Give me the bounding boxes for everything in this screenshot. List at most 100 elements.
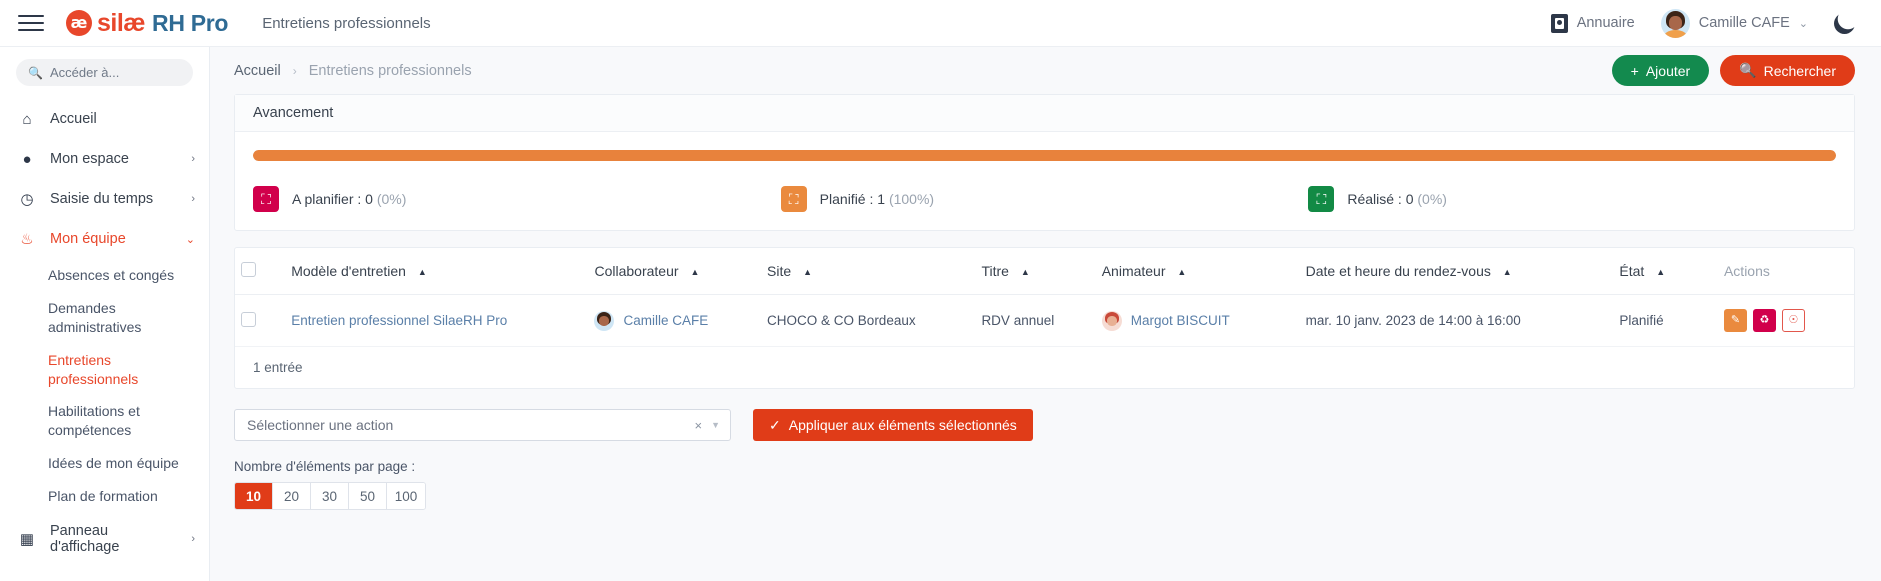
per-page-option-30[interactable]: 30 xyxy=(311,483,349,509)
col-label: Titre xyxy=(981,263,1009,279)
app-logo[interactable]: æ silæ RH Pro xyxy=(66,9,228,38)
breadcrumb-separator-icon: › xyxy=(292,63,297,78)
clear-icon[interactable]: × xyxy=(694,418,711,433)
edit-button[interactable]: ✎ xyxy=(1723,309,1747,332)
search-button[interactable]: 🔍 Rechercher xyxy=(1720,55,1855,86)
col-modele-entretien[interactable]: Modèle d'entretien ▲ xyxy=(285,248,589,295)
logo-mark-icon: æ xyxy=(66,10,92,36)
sidebar-item-accueil[interactable]: ⌂ Accueil xyxy=(0,99,209,139)
address-book-icon xyxy=(1550,13,1568,33)
action-select-value: Sélectionner une action xyxy=(247,417,394,433)
row-select-cell xyxy=(235,294,286,347)
sidebar-subitem-habilitations[interactable]: Habilitations et compétences xyxy=(0,395,200,447)
col-label: Site xyxy=(767,263,792,279)
col-collaborateur[interactable]: Collaborateur ▲ xyxy=(588,248,762,295)
avancement-stats: ⛶ A planifier : 0 (0%) ⛶ Planifié : 1 (1… xyxy=(235,177,1854,230)
stat-percent: (100%) xyxy=(888,191,935,207)
cell-date-rendez-vous: mar. 10 janv. 2023 de 14:00 à 16:00 xyxy=(1299,294,1614,347)
cell-etat: Planifié xyxy=(1613,294,1718,347)
sidebar-item-label: Mon équipe xyxy=(50,231,126,247)
sidebar-item-mon-equipe[interactable]: ♨ Mon équipe ⌄ xyxy=(0,219,209,259)
clock-icon: ◷ xyxy=(20,191,34,208)
chevron-right-icon: › xyxy=(191,533,195,546)
per-page-option-50[interactable]: 50 xyxy=(349,483,387,509)
cell-modele-entretien: Entretien professionnel SilaeRH Pro xyxy=(285,294,589,347)
sidebar-subitem-idees[interactable]: Idées de mon équipe xyxy=(0,447,200,480)
moon-icon[interactable] xyxy=(1834,12,1855,34)
col-etat[interactable]: État ▲ xyxy=(1613,248,1718,295)
stat-label: A planifier : 0 xyxy=(292,191,373,207)
col-label: État xyxy=(1619,263,1645,279)
sidebar-subitem-absences[interactable]: Absences et congés xyxy=(0,259,200,292)
stat-realise: ⛶ Réalisé : 0 (0%) xyxy=(1308,186,1836,212)
cell-animateur: Margot BISCUIT xyxy=(1095,294,1300,347)
calendar-plus-icon: ⛶ xyxy=(253,186,279,212)
per-page-option-20[interactable]: 20 xyxy=(273,483,311,509)
annuaire-link[interactable]: Annuaire xyxy=(1550,13,1635,33)
annuaire-label: Annuaire xyxy=(1576,15,1635,31)
add-button[interactable]: + Ajouter xyxy=(1611,55,1710,86)
page-title: Entretiens professionnels xyxy=(262,14,431,32)
sidebar-subitem-entretiens-professionnels[interactable]: Entretiens professionnels xyxy=(0,344,200,396)
col-date-rendez-vous[interactable]: Date et heure du rendez-vous ▲ xyxy=(1299,248,1614,295)
stat-label: Réalisé : 0 xyxy=(1347,191,1414,207)
plus-icon: + xyxy=(1630,62,1639,79)
hamburger-icon[interactable] xyxy=(18,12,44,34)
board-icon: ▦ xyxy=(19,531,35,549)
select-all-checkbox[interactable] xyxy=(241,262,256,277)
col-animateur[interactable]: Animateur ▲ xyxy=(1095,248,1300,295)
user-name: Camille CAFE xyxy=(1698,15,1790,31)
col-site[interactable]: Site ▲ xyxy=(761,248,976,295)
col-label: Animateur xyxy=(1101,263,1166,279)
per-page-option-100[interactable]: 100 xyxy=(387,483,425,509)
entretiens-table-card: Modèle d'entretien ▲ Collaborateur ▲ Sit… xyxy=(234,247,1855,389)
sidebar-item-saisie-du-temps[interactable]: ◷ Saisie du temps › xyxy=(0,179,209,219)
breadcrumb-current: Entretiens professionnels xyxy=(308,62,472,79)
collaborateur-name[interactable]: Camille CAFE xyxy=(623,313,708,328)
sidebar-subitem-demandes-administratives[interactable]: Demandes administratives xyxy=(0,292,200,344)
modele-link[interactable]: Entretien professionnel SilaeRH Pro xyxy=(291,313,507,328)
collaborateur-avatar xyxy=(594,310,615,331)
chevron-down-icon: ⌄ xyxy=(1798,17,1808,30)
breadcrumb-bar: Accueil › Entretiens professionnels + Aj… xyxy=(210,47,1881,94)
main-content: Accueil › Entretiens professionnels + Aj… xyxy=(210,47,1881,581)
chevron-right-icon: › xyxy=(191,153,195,165)
sidebar-item-mon-espace[interactable]: ● Mon espace › xyxy=(0,139,209,179)
per-page-option-10[interactable]: 10 xyxy=(235,483,273,509)
select-all-header xyxy=(235,248,286,295)
per-page-pager: 10 20 30 50 100 xyxy=(234,482,426,510)
apply-button[interactable]: ✓ Appliquer aux éléments sélectionnés xyxy=(753,409,1033,441)
animateur-name[interactable]: Margot BISCUIT xyxy=(1131,313,1230,328)
per-page-section: Nombre d'éléments par page : 10 20 30 50… xyxy=(234,459,1855,510)
magnifier-icon: 🔍 xyxy=(1739,62,1757,78)
page-actions: + Ajouter 🔍 Rechercher xyxy=(1611,55,1855,86)
chevron-down-icon: ⌄ xyxy=(185,233,195,246)
action-select[interactable]: Sélectionner une action × ▼ xyxy=(234,409,731,441)
table-header-row: Modèle d'entretien ▲ Collaborateur ▲ Sit… xyxy=(235,248,1854,295)
stat-label: Planifié : 1 xyxy=(819,191,886,207)
avatar xyxy=(1660,8,1690,38)
delete-button[interactable]: ♻ xyxy=(1752,309,1776,332)
row-checkbox[interactable] xyxy=(241,311,256,327)
search-input[interactable] xyxy=(49,65,181,80)
sidebar-item-label: Panneau d'affichage xyxy=(50,523,120,556)
content-area: Avancement ⛶ A planifier : 0 (0%) ⛶ Plan… xyxy=(210,94,1881,510)
stat-a-planifier: ⛶ A planifier : 0 (0%) xyxy=(253,186,781,212)
history-button[interactable]: ☉ xyxy=(1781,309,1805,332)
entries-count: 1 entrée xyxy=(253,360,303,375)
cell-actions: ✎ ♻ ☉ xyxy=(1717,294,1854,347)
user-menu[interactable]: Camille CAFE ⌄ xyxy=(1660,8,1808,38)
add-button-label: Ajouter xyxy=(1645,62,1691,79)
progress-bar-wrapper xyxy=(235,132,1854,177)
col-label: Date et heure du rendez-vous xyxy=(1305,263,1491,279)
sidebar-item-panneau-affichage[interactable]: ▦ Panneau d'affichage › xyxy=(0,519,209,559)
sidebar-search[interactable]: 🔍 xyxy=(16,59,193,86)
app-shell: 🔍 ⌂ Accueil ● Mon espace › ◷ Saisie du t… xyxy=(0,47,1881,581)
breadcrumb-home[interactable]: Accueil xyxy=(234,63,281,79)
chevron-right-icon: › xyxy=(191,193,195,205)
col-titre[interactable]: Titre ▲ xyxy=(975,248,1096,295)
progress-track xyxy=(253,150,1836,161)
table-row: Entretien professionnel SilaeRH Pro Cami… xyxy=(235,294,1854,347)
sidebar-subitem-plan-de-formation[interactable]: Plan de formation xyxy=(0,480,200,513)
sort-icon: ▲ xyxy=(803,267,812,278)
